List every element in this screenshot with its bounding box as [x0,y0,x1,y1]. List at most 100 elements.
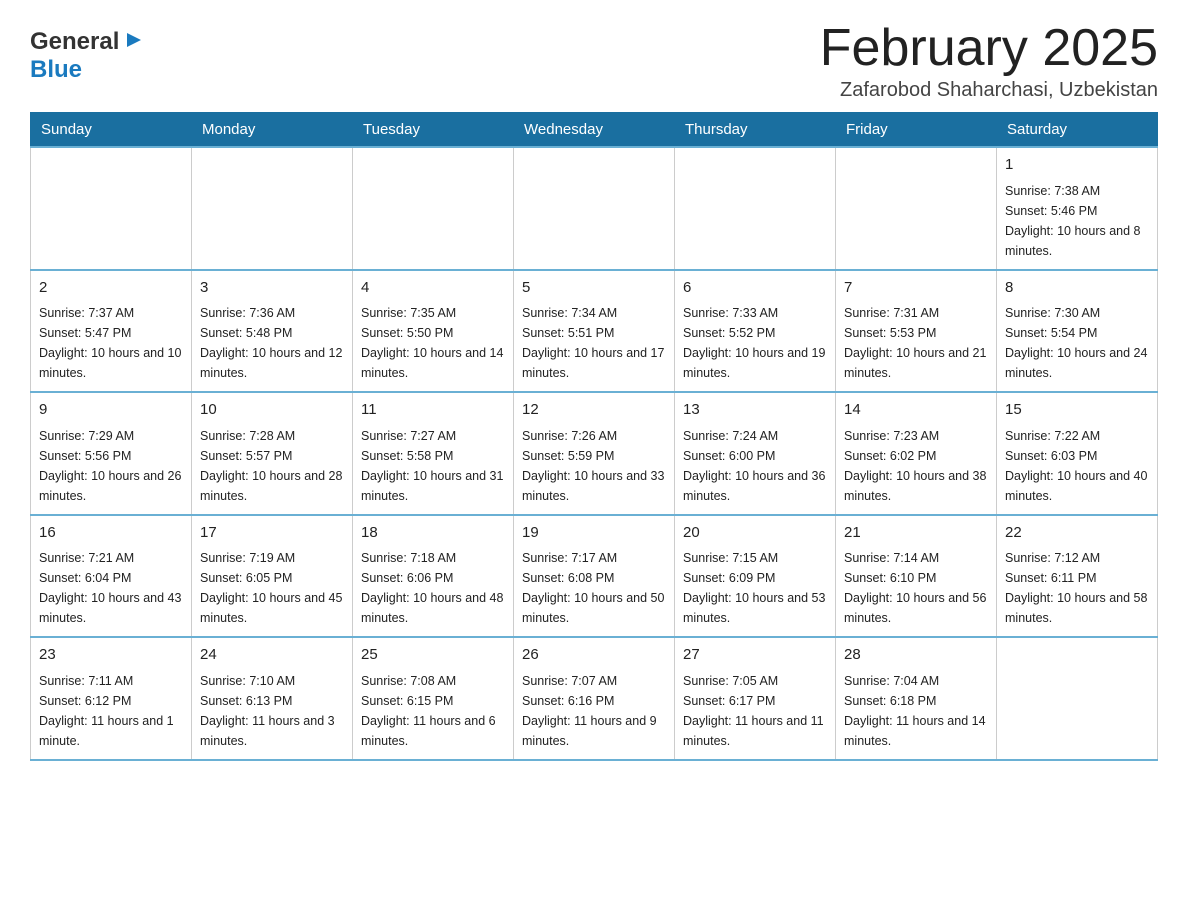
day-number: 28 [844,644,988,667]
logo-blue-text: Blue [30,56,82,83]
table-row: 19 Sunrise: 7:17 AMSunset: 6:08 PMDayligh… [514,515,675,638]
calendar-week-row: 1 Sunrise: 7:38 AMSunset: 5:46 PMDaylight… [31,147,1158,270]
day-info: Sunrise: 7:28 AMSunset: 5:57 PMDaylight:… [200,426,344,506]
day-info: Sunrise: 7:21 AMSunset: 6:04 PMDaylight:… [39,548,183,628]
table-row: 22 Sunrise: 7:12 AMSunset: 6:11 PMDayligh… [997,515,1158,638]
day-number: 5 [522,277,666,300]
calendar-week-row: 9Sunrise: 7:29 AMSunset: 5:56 PMDaylight… [31,392,1158,515]
day-number: 9 [39,399,183,422]
day-number: 6 [683,277,827,300]
day-info: Sunrise: 7:05 AMSunset: 6:17 PMDaylight:… [683,671,827,751]
table-row: 13 Sunrise: 7:24 AMSunset: 6:00 PMDayligh… [675,392,836,515]
table-row: 6 Sunrise: 7:33 AMSunset: 5:52 PMDaylight… [675,270,836,393]
day-info: Sunrise: 7:15 AMSunset: 6:09 PMDaylight:… [683,548,827,628]
day-number: 25 [361,644,505,667]
day-info: Sunrise: 7:33 AMSunset: 5:52 PMDaylight:… [683,303,827,383]
table-row: 10Sunrise: 7:28 AMSunset: 5:57 PMDayligh… [192,392,353,515]
day-number: 27 [683,644,827,667]
day-number: 16 [39,522,183,545]
day-info: Sunrise: 7:26 AMSunset: 5:59 PMDaylight:… [522,426,666,506]
table-row [514,147,675,270]
table-row: 24Sunrise: 7:10 AMSunset: 6:13 PMDayligh… [192,637,353,760]
table-row: 17 Sunrise: 7:19 AMSunset: 6:05 PMDayligh… [192,515,353,638]
table-row: 4 Sunrise: 7:35 AMSunset: 5:50 PMDaylight… [353,270,514,393]
day-info: Sunrise: 7:24 AMSunset: 6:00 PMDaylight:… [683,426,827,506]
day-number: 2 [39,277,183,300]
day-number: 23 [39,644,183,667]
day-info: Sunrise: 7:18 AMSunset: 6:06 PMDaylight:… [361,548,505,628]
header-saturday: Saturday [997,113,1158,148]
table-row: 18 Sunrise: 7:18 AMSunset: 6:06 PMDayligh… [353,515,514,638]
day-info: Sunrise: 7:04 AMSunset: 6:18 PMDaylight:… [844,671,988,751]
day-info: Sunrise: 7:08 AMSunset: 6:15 PMDaylight:… [361,671,505,751]
table-row: 25 Sunrise: 7:08 AMSunset: 6:15 PMDayligh… [353,637,514,760]
day-number: 4 [361,277,505,300]
table-row: 21 Sunrise: 7:14 AMSunset: 6:10 PMDayligh… [836,515,997,638]
month-title: February 2025 [820,20,1158,77]
day-info: Sunrise: 7:35 AMSunset: 5:50 PMDaylight:… [361,303,505,383]
day-number: 13 [683,399,827,422]
header-friday: Friday [836,113,997,148]
table-row [836,147,997,270]
day-info: Sunrise: 7:12 AMSunset: 6:11 PMDaylight:… [1005,548,1149,628]
table-row: 8Sunrise: 7:30 AMSunset: 5:54 PMDaylight… [997,270,1158,393]
day-number: 21 [844,522,988,545]
table-row: 28 Sunrise: 7:04 AMSunset: 6:18 PMDayligh… [836,637,997,760]
day-info: Sunrise: 7:31 AMSunset: 5:53 PMDaylight:… [844,303,988,383]
table-row [675,147,836,270]
header-tuesday: Tuesday [353,113,514,148]
table-row [192,147,353,270]
day-info: Sunrise: 7:07 AMSunset: 6:16 PMDaylight:… [522,671,666,751]
header-thursday: Thursday [675,113,836,148]
table-row: 20Sunrise: 7:15 AMSunset: 6:09 PMDayligh… [675,515,836,638]
day-info: Sunrise: 7:34 AMSunset: 5:51 PMDaylight:… [522,303,666,383]
day-info: Sunrise: 7:14 AMSunset: 6:10 PMDaylight:… [844,548,988,628]
calendar-week-row: 23 Sunrise: 7:11 AMSunset: 6:12 PMDayligh… [31,637,1158,760]
logo-arrow-icon [121,29,143,56]
day-info: Sunrise: 7:11 AMSunset: 6:12 PMDaylight:… [39,671,183,751]
day-info: Sunrise: 7:36 AMSunset: 5:48 PMDaylight:… [200,303,344,383]
logo-general-text: General [30,28,119,56]
day-number: 1 [1005,154,1149,177]
header-monday: Monday [192,113,353,148]
day-number: 26 [522,644,666,667]
calendar-week-row: 16 Sunrise: 7:21 AMSunset: 6:04 PMDayligh… [31,515,1158,638]
table-row: 12Sunrise: 7:26 AMSunset: 5:59 PMDayligh… [514,392,675,515]
table-row: 2 Sunrise: 7:37 AMSunset: 5:47 PMDaylight… [31,270,192,393]
day-number: 17 [200,522,344,545]
table-row: 23 Sunrise: 7:11 AMSunset: 6:12 PMDayligh… [31,637,192,760]
day-info: Sunrise: 7:27 AMSunset: 5:58 PMDaylight:… [361,426,505,506]
day-number: 18 [361,522,505,545]
day-number: 7 [844,277,988,300]
table-row: 27 Sunrise: 7:05 AMSunset: 6:17 PMDayligh… [675,637,836,760]
table-row: 7 Sunrise: 7:31 AMSunset: 5:53 PMDaylight… [836,270,997,393]
day-info: Sunrise: 7:37 AMSunset: 5:47 PMDaylight:… [39,303,183,383]
table-row: 1 Sunrise: 7:38 AMSunset: 5:46 PMDaylight… [997,147,1158,270]
table-row [31,147,192,270]
table-row: 11Sunrise: 7:27 AMSunset: 5:58 PMDayligh… [353,392,514,515]
table-row: 14Sunrise: 7:23 AMSunset: 6:02 PMDayligh… [836,392,997,515]
table-row: 3 Sunrise: 7:36 AMSunset: 5:48 PMDaylight… [192,270,353,393]
header-sunday: Sunday [31,113,192,148]
page-header: General Blue February 2025 Zafarobod Sha… [30,20,1158,102]
table-row: 26 Sunrise: 7:07 AMSunset: 6:16 PMDayligh… [514,637,675,760]
day-number: 24 [200,644,344,667]
calendar-table: Sunday Monday Tuesday Wednesday Thursday… [30,112,1158,761]
table-row: 5 Sunrise: 7:34 AMSunset: 5:51 PMDaylight… [514,270,675,393]
weekday-header-row: Sunday Monday Tuesday Wednesday Thursday… [31,113,1158,148]
day-number: 15 [1005,399,1149,422]
day-number: 3 [200,277,344,300]
table-row [997,637,1158,760]
header-wednesday: Wednesday [514,113,675,148]
day-number: 22 [1005,522,1149,545]
day-info: Sunrise: 7:22 AMSunset: 6:03 PMDaylight:… [1005,426,1149,506]
day-info: Sunrise: 7:17 AMSunset: 6:08 PMDaylight:… [522,548,666,628]
table-row [353,147,514,270]
day-info: Sunrise: 7:38 AMSunset: 5:46 PMDaylight:… [1005,181,1149,261]
day-number: 19 [522,522,666,545]
table-row: 16 Sunrise: 7:21 AMSunset: 6:04 PMDayligh… [31,515,192,638]
table-row: 15 Sunrise: 7:22 AMSunset: 6:03 PMDayligh… [997,392,1158,515]
day-info: Sunrise: 7:30 AMSunset: 5:54 PMDaylight:… [1005,303,1149,383]
logo: General Blue [30,28,143,84]
day-info: Sunrise: 7:19 AMSunset: 6:05 PMDaylight:… [200,548,344,628]
